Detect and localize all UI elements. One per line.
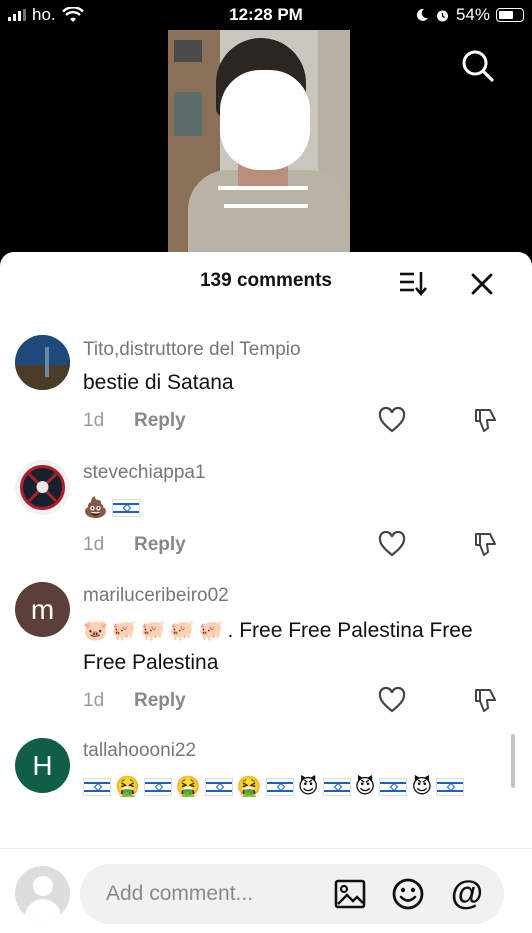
- israel-flag-emoji: [265, 778, 294, 797]
- heart-icon[interactable]: [378, 407, 406, 433]
- comment-text: 🐷 🐖 🐖 🐖 🐖. Free Free Palestina Free Free Pal…: [83, 619, 473, 674]
- israel-flag-emoji: [83, 778, 111, 797]
- comment-text: 🤮 🤮 🤮 😈 😈 😈: [83, 770, 493, 804]
- devil-emoji: 😈: [411, 776, 433, 799]
- nauseated-emoji: 🤮: [115, 776, 140, 799]
- israel-flag-emoji: [204, 778, 233, 797]
- comment-username[interactable]: stevechiappa1: [83, 462, 206, 484]
- devil-emoji: 😈: [354, 776, 376, 799]
- pig-emoji: 🐷: [83, 620, 108, 643]
- pig-emoji: 🐖: [111, 620, 137, 643]
- heart-icon[interactable]: [378, 531, 406, 557]
- reply-button[interactable]: Reply: [134, 534, 186, 556]
- thumbs-down-icon[interactable]: [471, 530, 499, 558]
- comment-age: 1d: [83, 410, 105, 431]
- image-icon[interactable]: [333, 877, 367, 911]
- heart-icon[interactable]: [378, 687, 406, 713]
- alarm-icon: [436, 10, 448, 21]
- israel-flag-emoji: [322, 778, 351, 797]
- emoji-icon[interactable]: [391, 877, 425, 911]
- pig-emoji: 🐖: [198, 620, 224, 643]
- comment-age: 1d: [83, 534, 105, 555]
- status-bar: ho. 12:28 PM 54%: [0, 0, 532, 30]
- avatar[interactable]: [15, 335, 70, 390]
- pig-emoji: 🐖: [140, 620, 166, 643]
- comment-text: 💩: [83, 492, 493, 524]
- nauseated-emoji: 🤮: [175, 776, 201, 799]
- scrollbar[interactable]: [511, 734, 515, 788]
- comments-count-title: 139 comments: [199, 270, 332, 291]
- israel-flag-emoji: [379, 778, 408, 797]
- thumbs-down-icon[interactable]: [471, 406, 499, 434]
- comment-composer: @: [0, 848, 532, 933]
- thumbs-down-icon[interactable]: [471, 686, 499, 714]
- reply-button[interactable]: Reply: [134, 690, 186, 712]
- comment-username[interactable]: mariluceribeiro02: [83, 585, 229, 607]
- moon-icon: [416, 8, 428, 21]
- user-avatar[interactable]: [15, 866, 70, 921]
- comment-text: bestie di Satana: [83, 371, 234, 394]
- reply-button[interactable]: Reply: [134, 410, 186, 432]
- at-icon[interactable]: @: [450, 876, 484, 910]
- close-icon[interactable]: [468, 270, 496, 298]
- devil-emoji: 😈: [297, 776, 319, 799]
- video-preview[interactable]: [168, 30, 350, 252]
- avatar[interactable]: m: [15, 582, 70, 637]
- search-icon[interactable]: [460, 48, 496, 84]
- pig-emoji: 🐖: [169, 620, 195, 643]
- comment-input[interactable]: [106, 880, 316, 908]
- avatar[interactable]: H: [15, 738, 70, 793]
- sort-icon[interactable]: [398, 268, 430, 298]
- israel-flag-emoji: [111, 499, 140, 518]
- nauseated-emoji: 🤮: [236, 776, 262, 799]
- comment-username[interactable]: tallahoooni22: [83, 740, 196, 762]
- face-redaction: [220, 70, 310, 170]
- comment-age: 1d: [83, 690, 105, 711]
- israel-flag-emoji: [436, 778, 465, 797]
- comments-sheet: 139 comments Tito,distruttore del Tempio…: [0, 252, 532, 933]
- comment-input-container[interactable]: @: [80, 864, 504, 924]
- comment-username[interactable]: Tito,distruttore del Tempio: [83, 339, 301, 361]
- battery-percent: 54%: [455, 5, 490, 24]
- battery-icon: [496, 8, 524, 22]
- avatar[interactable]: [15, 460, 70, 515]
- israel-flag-emoji: [143, 778, 172, 797]
- poop-emoji: 💩: [83, 497, 108, 520]
